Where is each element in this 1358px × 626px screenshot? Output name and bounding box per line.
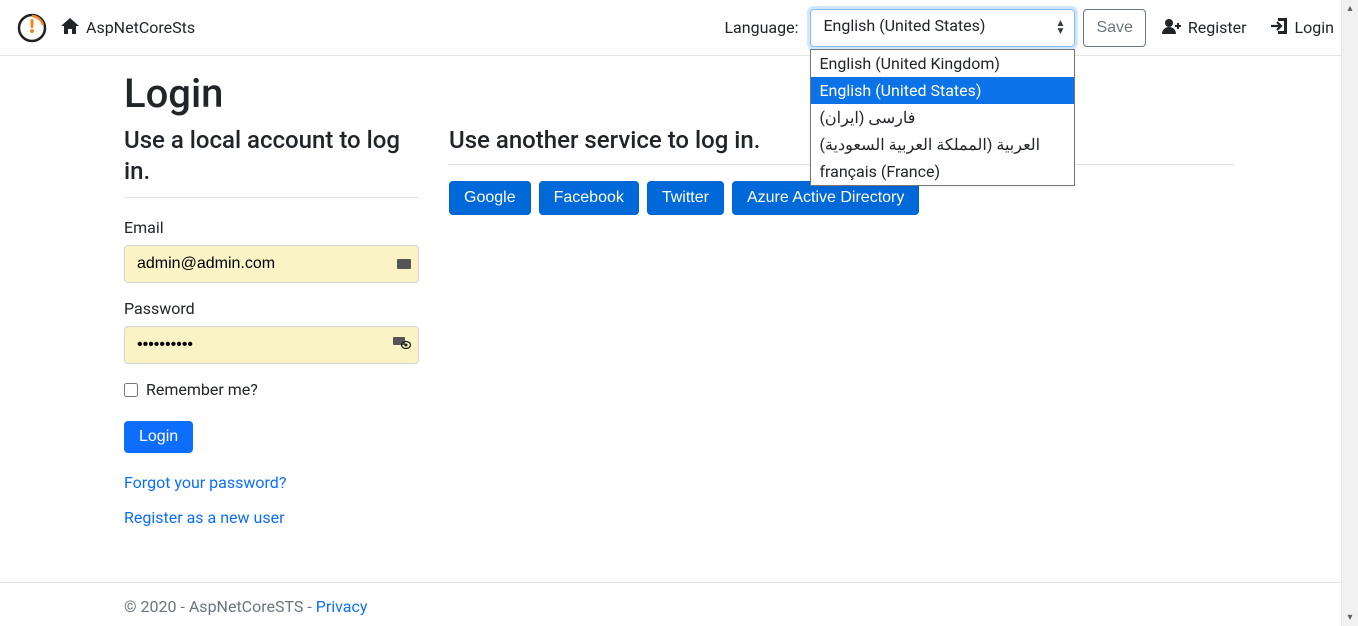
language-label: Language: <box>724 18 798 37</box>
user-plus-icon <box>1162 18 1182 38</box>
language-option[interactable]: English (United States) <box>811 77 1074 104</box>
login-nav-label: Login <box>1295 18 1334 37</box>
local-login-heading: Use a local account to log in. <box>124 125 419 187</box>
language-option[interactable]: فارسی (ایران) <box>811 104 1074 131</box>
register-link[interactable]: Register <box>1154 12 1255 44</box>
credential-icon <box>397 259 411 269</box>
scroll-up-icon[interactable]: ▴ <box>1342 0 1358 17</box>
home-icon <box>60 17 80 39</box>
privacy-link[interactable]: Privacy <box>316 597 368 616</box>
navbar-right: Language: English (United States) ▲▼ Eng… <box>724 9 1342 47</box>
navbar: AspNetCoreSts Language: English (United … <box>0 0 1358 56</box>
provider-twitter-button[interactable]: Twitter <box>647 181 724 215</box>
language-select-wrap: English (United States) ▲▼ English (Unit… <box>810 9 1075 47</box>
password-group: Password <box>124 299 419 364</box>
show-password-icon[interactable] <box>393 337 411 353</box>
register-label: Register <box>1188 18 1247 37</box>
remember-label: Remember me? <box>146 380 258 399</box>
provider-facebook-button[interactable]: Facebook <box>539 181 639 215</box>
main-container: Login Use a local account to log in. Ema… <box>109 56 1249 543</box>
content-row: Use a local account to log in. Email Pas… <box>124 125 1234 543</box>
password-label: Password <box>124 299 419 318</box>
language-option[interactable]: English (United Kingdom) <box>811 50 1074 77</box>
email-field[interactable] <box>124 245 419 283</box>
brand-text: AspNetCoreSts <box>86 18 195 37</box>
scroll-down-icon[interactable]: ▾ <box>1342 609 1358 626</box>
forgot-password-link[interactable]: Forgot your password? <box>124 473 419 492</box>
language-option[interactable]: العربية (المملكة العربية السعودية) <box>811 131 1074 158</box>
language-option[interactable]: français (France) <box>811 158 1074 185</box>
login-submit-button[interactable]: Login <box>124 421 193 453</box>
remember-check: Remember me? <box>124 380 419 399</box>
email-group: Email <box>124 218 419 283</box>
footer-text: © 2020 - AspNetCoreSTS - <box>124 597 316 616</box>
register-new-user-link[interactable]: Register as a new user <box>124 508 419 527</box>
language-dropdown: English (United Kingdom) English (United… <box>810 49 1075 186</box>
language-selected-value: English (United States) <box>823 16 985 35</box>
save-button[interactable]: Save <box>1083 9 1145 47</box>
signin-icon <box>1271 18 1289 38</box>
provider-google-button[interactable]: Google <box>449 181 531 215</box>
navbar-left: AspNetCoreSts <box>16 12 195 44</box>
password-field[interactable] <box>124 326 419 364</box>
external-login-column: Use another service to log in. Google Fa… <box>449 125 1234 543</box>
email-label: Email <box>124 218 419 237</box>
vertical-scrollbar[interactable]: ▴ ▾ <box>1341 0 1358 626</box>
footer: © 2020 - AspNetCoreSTS - Privacy <box>0 582 1358 616</box>
local-login-column: Use a local account to log in. Email Pas… <box>124 125 419 543</box>
aux-links: Forgot your password? Register as a new … <box>124 473 419 527</box>
app-logo-icon <box>16 12 48 44</box>
language-select[interactable]: English (United States) <box>810 9 1075 47</box>
divider <box>124 197 419 198</box>
brand-link[interactable]: AspNetCoreSts <box>60 17 195 39</box>
login-link[interactable]: Login <box>1263 12 1342 44</box>
provider-azure-button[interactable]: Azure Active Directory <box>732 181 919 215</box>
remember-checkbox[interactable] <box>124 383 138 397</box>
external-providers-row: Google Facebook Twitter Azure Active Dir… <box>449 181 1234 215</box>
